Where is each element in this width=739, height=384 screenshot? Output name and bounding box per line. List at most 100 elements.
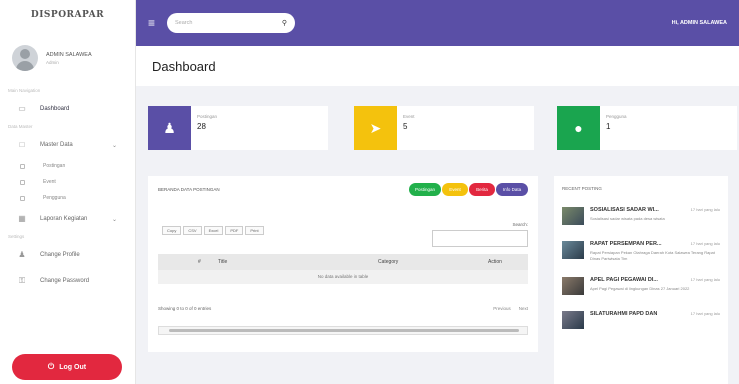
- square-icon: [20, 179, 25, 185]
- sidebar-item-label: Master Data: [40, 142, 73, 148]
- excel-button[interactable]: Excel: [203, 226, 224, 235]
- user-icon: ♟: [18, 250, 26, 259]
- sidebar-item-label: Laporan Kegiatan: [40, 216, 88, 222]
- table-info: Showing 0 to 0 of 0 entries: [158, 306, 212, 311]
- column-header[interactable]: Title: [208, 259, 298, 265]
- search-input[interactable]: Search ⚲: [167, 13, 296, 33]
- news-desc: Sosialisasi sadar wisata pada desa wisat…: [590, 216, 665, 221]
- news-desc: Rapat Persiapan Pekan Olahraga Daerah Ko…: [590, 250, 715, 261]
- panel-title: BERANDA DATA POSTINGAN: [158, 186, 220, 192]
- table-search-input[interactable]: [432, 230, 528, 247]
- horizontal-scrollbar[interactable]: [158, 326, 528, 335]
- page-header: Dashboard: [136, 46, 739, 86]
- stat-label: Postingan: [197, 114, 218, 119]
- table-empty-row: No data available in table: [158, 270, 528, 284]
- recent-posts-panel: RECENT POSTING SOSIALISASI SADAR WI... 1…: [554, 176, 728, 384]
- posts-table-panel: BERANDA DATA POSTINGAN Postingan Event B…: [148, 176, 538, 352]
- stat-card-postingan: ♟ Postingan 28: [148, 106, 328, 150]
- next-button[interactable]: Next: [519, 306, 528, 311]
- news-headline[interactable]: SILATURAHMI PAPD DAN: [590, 311, 687, 317]
- square-icon: [20, 195, 25, 201]
- square-icon: [20, 163, 25, 169]
- stat-value: 1: [606, 122, 611, 131]
- user-icon: ♟: [148, 106, 191, 150]
- news-thumbnail: [562, 277, 584, 295]
- folder-icon: □: [19, 140, 25, 149]
- sidebar-item-dashboard[interactable]: ▭ Dashboard: [0, 96, 135, 122]
- news-item[interactable]: RAPAT PERSEMPAN PER... 17 hari yang lalu…: [562, 241, 720, 261]
- user-greeting[interactable]: Hi, ADMIN SALAWEA: [672, 20, 727, 26]
- news-thumbnail: [562, 207, 584, 225]
- posts-table: # Title Category Action No data availabl…: [158, 254, 528, 284]
- key-icon: ⚿: [18, 276, 26, 285]
- export-buttons: Copy CSV Excel PDF Print: [162, 226, 266, 235]
- filter-berita-button[interactable]: Berita: [469, 182, 495, 196]
- table-header: # Title Category Action: [158, 254, 528, 270]
- news-headline[interactable]: SOSIALISASI SADAR WI...: [590, 207, 687, 213]
- print-button[interactable]: Print: [245, 226, 264, 235]
- sidebar-item-laporan[interactable]: ▦ Laporan Kegiatan ⌄: [0, 206, 135, 232]
- sidebar-item-label: Change Password: [40, 278, 90, 284]
- logout-button[interactable]: ⏻ Log Out: [12, 354, 122, 380]
- news-headline[interactable]: APEL PAGI PEGAWAI DI...: [590, 277, 687, 283]
- grid-icon: ▦: [18, 214, 26, 223]
- logout-label: Log Out: [59, 363, 87, 371]
- news-item[interactable]: APEL PAGI PEGAWAI DI... 17 hari yang lal…: [562, 277, 720, 295]
- chevron-down-icon: ⌄: [111, 142, 117, 149]
- stat-label: Pengguna: [606, 114, 627, 119]
- paper-plane-icon: ➤: [354, 106, 397, 150]
- hamburger-menu-icon[interactable]: ≡: [148, 16, 155, 30]
- pagination: Previous Next: [493, 306, 528, 311]
- news-item[interactable]: SOSIALISASI SADAR WI... 17 hari yang lal…: [562, 207, 720, 225]
- column-header[interactable]: #: [158, 259, 208, 265]
- sidebar-subitem-postingan[interactable]: Postingan: [0, 158, 135, 174]
- news-item[interactable]: SILATURAHMI PAPD DAN 17 hari yang lalu: [562, 311, 720, 329]
- copy-button[interactable]: Copy: [162, 226, 182, 235]
- sidebar-subitem-event[interactable]: Event: [0, 174, 135, 190]
- news-time: 17 hari yang lalu: [690, 311, 720, 316]
- scrollbar-thumb[interactable]: [169, 329, 519, 332]
- sidebar-subitem-pengguna[interactable]: Pengguna: [0, 190, 135, 206]
- stat-label: Event: [403, 114, 415, 119]
- brand-logo[interactable]: DISPORAPAR: [0, 0, 135, 30]
- filter-info-button[interactable]: Info Data: [496, 182, 528, 196]
- section-label-data: Data Master: [8, 124, 33, 129]
- search-placeholder: Search: [175, 20, 193, 26]
- section-label-main: Main Navigation: [8, 88, 41, 93]
- column-header[interactable]: Category: [298, 259, 428, 265]
- filter-event-button[interactable]: Event: [442, 182, 468, 196]
- sidebar-subitem-label: Postingan: [43, 163, 66, 169]
- stat-card-event: ➤ Event 5: [354, 106, 534, 150]
- news-time: 17 hari yang lalu: [690, 277, 720, 282]
- sidebar-item-master-data[interactable]: □ Master Data ⌄: [0, 132, 135, 158]
- table-search-label: Search:: [512, 222, 528, 227]
- topbar: ≡ Search ⚲ Hi, ADMIN SALAWEA: [136, 0, 739, 46]
- news-headline[interactable]: RAPAT PERSEMPAN PER...: [590, 241, 687, 247]
- dashboard-icon: ▭: [18, 104, 26, 113]
- csv-button[interactable]: CSV: [183, 226, 202, 235]
- search-icon[interactable]: ⚲: [282, 19, 287, 27]
- page-title: Dashboard: [152, 58, 216, 74]
- stat-value: 5: [403, 122, 408, 131]
- circle-icon: ●: [557, 106, 600, 150]
- avatar: [12, 45, 38, 71]
- column-header[interactable]: Action: [428, 259, 528, 265]
- power-icon: ⏻: [47, 362, 55, 371]
- pdf-button[interactable]: PDF: [225, 226, 244, 235]
- user-panel: ADMIN SALAWEA Admin: [0, 30, 135, 86]
- news-thumbnail: [562, 311, 584, 329]
- sidebar: DISPORAPAR ADMIN SALAWEA Admin Main Navi…: [0, 0, 136, 384]
- sidebar-item-label: Change Profile: [40, 252, 80, 258]
- sidebar-subitem-label: Pengguna: [43, 195, 66, 201]
- section-label-settings: Settings: [8, 234, 25, 239]
- sidebar-item-change-profile[interactable]: ♟ Change Profile: [0, 242, 135, 268]
- sidebar-item-change-password[interactable]: ⚿ Change Password: [0, 268, 135, 294]
- user-name: ADMIN SALAWEA: [46, 51, 92, 58]
- stat-value: 28: [197, 122, 206, 131]
- previous-button[interactable]: Previous: [493, 306, 511, 311]
- filter-postingan-button[interactable]: Postingan: [409, 182, 441, 196]
- sidebar-subitem-label: Event: [43, 179, 56, 185]
- sidebar-item-label: Dashboard: [40, 106, 70, 112]
- user-role: Admin: [46, 59, 59, 65]
- news-thumbnail: [562, 241, 584, 259]
